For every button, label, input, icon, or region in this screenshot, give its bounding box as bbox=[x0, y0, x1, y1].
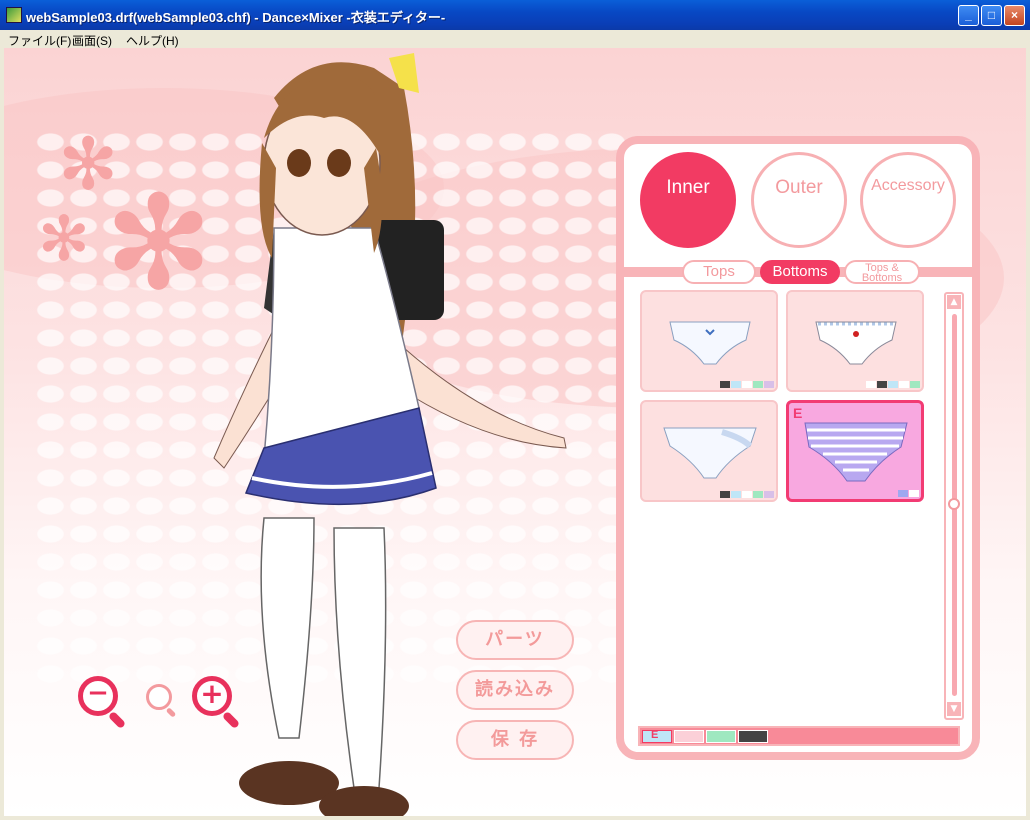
close-button[interactable]: × bbox=[1004, 5, 1025, 26]
title-bar: webSample03.drf(webSample03.chf) - Dance… bbox=[0, 0, 1030, 30]
load-button[interactable]: 読み込み bbox=[456, 670, 574, 710]
minimize-button[interactable]: _ bbox=[958, 5, 979, 26]
item-swatches bbox=[887, 490, 919, 497]
maximize-button[interactable]: □ bbox=[981, 5, 1002, 26]
save-button[interactable]: 保 存 bbox=[456, 720, 574, 760]
item-thumbnail[interactable] bbox=[640, 400, 778, 502]
category-inner-label: Inner bbox=[666, 177, 710, 198]
item-swatches bbox=[720, 381, 774, 388]
menu-file[interactable]: ファイル(F) bbox=[8, 32, 71, 49]
scroll-thumb[interactable] bbox=[948, 498, 960, 510]
item-thumbnail[interactable] bbox=[786, 290, 924, 392]
item-swatches bbox=[720, 491, 774, 498]
category-accessory[interactable]: Accessory bbox=[860, 152, 956, 248]
color-palette-bar: E bbox=[638, 726, 960, 746]
tab-tops[interactable]: Tops bbox=[682, 260, 756, 284]
panties-icon bbox=[669, 321, 751, 365]
editor-canvas[interactable]: ✻ ✻ ✻ − + パーツ 読み込み 保 存 Inner Outer Acces… bbox=[4, 48, 1026, 816]
zoom-handle bbox=[107, 710, 127, 730]
flower-decoration-icon: ✻ bbox=[104, 167, 213, 319]
scroll-up-icon[interactable]: ▲ bbox=[947, 295, 961, 309]
category-accessory-label: Accessory bbox=[871, 177, 945, 194]
category-outer-label: Outer bbox=[775, 177, 823, 198]
color-swatch[interactable]: E bbox=[642, 729, 672, 743]
item-swatches bbox=[866, 381, 920, 388]
plus-icon: + bbox=[200, 677, 224, 710]
menu-bar: ファイル(F) 画面(S) ヘルプ(H) bbox=[0, 30, 1030, 48]
items-scrollbar[interactable]: ▲ ▼ bbox=[944, 292, 964, 720]
zoom-handle bbox=[165, 707, 177, 718]
costume-panel: Inner Outer Accessory Tops Bottoms Tops … bbox=[616, 136, 980, 760]
flower-decoration-icon: ✻ bbox=[38, 202, 90, 275]
magnifier-icon bbox=[146, 684, 172, 710]
parts-button[interactable]: パーツ bbox=[456, 620, 574, 660]
window-title: webSample03.drf(webSample03.chf) - Dance… bbox=[26, 10, 446, 25]
striped-panties-icon bbox=[804, 422, 908, 482]
app-icon[interactable] bbox=[6, 7, 22, 23]
color-swatch[interactable] bbox=[706, 730, 736, 743]
panties-icon bbox=[815, 321, 897, 365]
menu-help[interactable]: ヘルプ(H) bbox=[126, 32, 179, 49]
color-swatch[interactable] bbox=[738, 730, 768, 743]
minus-icon: − bbox=[87, 678, 109, 708]
panties-icon bbox=[663, 427, 757, 479]
category-inner[interactable]: Inner bbox=[640, 152, 736, 248]
scroll-down-icon[interactable]: ▼ bbox=[947, 702, 961, 716]
tab-tops-and-bottoms[interactable]: Tops & Bottoms bbox=[844, 260, 920, 284]
color-swatch[interactable] bbox=[674, 730, 704, 743]
equipped-badge: E bbox=[793, 405, 803, 421]
item-thumbnail-selected[interactable]: E bbox=[786, 400, 924, 502]
menu-view[interactable]: 画面(S) bbox=[72, 32, 112, 49]
category-outer[interactable]: Outer bbox=[751, 152, 847, 248]
item-thumbnail[interactable] bbox=[640, 290, 778, 392]
equipped-badge: E bbox=[651, 729, 659, 741]
tab-bottoms[interactable]: Bottoms bbox=[760, 260, 840, 284]
